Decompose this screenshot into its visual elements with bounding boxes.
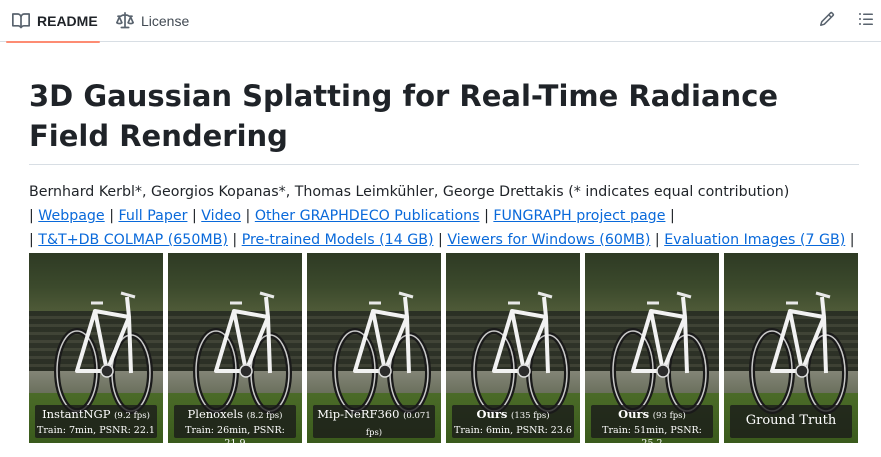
comparison-panel: Ground Truth	[724, 253, 858, 443]
link-pretrained-models[interactable]: Pre-trained Models (14 GB)	[242, 232, 434, 248]
method-name: Ours	[476, 407, 508, 421]
page-title: 3D Gaussian Splatting for Real-Time Radi…	[29, 76, 859, 165]
outline-button[interactable]	[854, 9, 878, 33]
method-name: Plenoxels	[187, 407, 243, 421]
method-fps: (9.2 fps)	[114, 411, 150, 421]
link-viewers-windows[interactable]: Viewers for Windows (60MB)	[447, 232, 650, 248]
train-stats: Train: 51min, PSNR: 25.2	[602, 425, 702, 443]
link-video[interactable]: Video	[201, 208, 241, 224]
method-fps: (93 fps)	[652, 411, 686, 421]
panel-caption: Plenoxels (8.2 fps) Train: 26min, PSNR: 2…	[174, 405, 296, 443]
comparison-panel: Ours (93 fps) Train: 51min, PSNR: 25.2	[585, 253, 719, 443]
link-other-publications[interactable]: Other GRAPHDECO Publications	[255, 208, 480, 224]
method-name: InstantNGP	[42, 407, 111, 421]
links-row-1: | Webpage | Full Paper | Video | Other G…	[29, 208, 675, 224]
panel-caption: Mip-NeRF360 (0.071 fps)Train: 48h, PSNR:…	[313, 405, 435, 443]
link-colmap-download[interactable]: T&T+DB COLMAP (650MB)	[38, 232, 228, 248]
pencil-icon	[819, 11, 835, 32]
link-full-paper[interactable]: Full Paper	[118, 208, 187, 224]
link-fungraph-project[interactable]: FUNGRAPH project page	[493, 208, 665, 224]
links-row-2: | T&T+DB COLMAP (650MB) | Pre-trained Mo…	[29, 232, 855, 248]
tab-readme[interactable]: README	[6, 0, 100, 43]
link-webpage[interactable]: Webpage	[38, 208, 104, 224]
comparison-image[interactable]: InstantNGP (9.2 fps) Train: 7min, PSNR: 2…	[29, 253, 858, 443]
file-view-tabbar: README License	[0, 0, 881, 43]
comparison-panel: Mip-NeRF360 (0.071 fps)Train: 48h, PSNR:…	[307, 253, 441, 443]
panel-caption: Ours (93 fps) Train: 51min, PSNR: 25.2	[591, 405, 713, 443]
tab-license-label: License	[141, 13, 190, 29]
edit-file-button[interactable]	[815, 9, 839, 33]
authors-line: Bernhard Kerbl*, Georgios Kopanas*, Thom…	[29, 184, 790, 200]
train-stats: Train: 48h, PSNR: 24.3	[313, 441, 435, 443]
book-icon	[12, 12, 30, 30]
train-stats: Train: 26min, PSNR: 21.9	[185, 425, 285, 443]
method-name: Ground Truth	[745, 413, 837, 428]
list-unordered-icon	[858, 11, 874, 32]
tab-license[interactable]: License	[116, 0, 189, 42]
panel-caption: Ground Truth	[730, 405, 852, 438]
method-fps: (135 fps)	[511, 411, 550, 421]
comparison-panel: Ours (135 fps) Train: 6min, PSNR: 23.6	[446, 253, 580, 443]
panel-caption: Ours (135 fps) Train: 6min, PSNR: 23.6	[452, 405, 574, 438]
panel-caption: InstantNGP (9.2 fps) Train: 7min, PSNR: 2…	[35, 405, 157, 438]
tab-readme-label: README	[37, 13, 98, 29]
method-name: Mip-NeRF360	[317, 407, 400, 421]
link-evaluation-images[interactable]: Evaluation Images (7 GB)	[664, 232, 845, 248]
method-fps: (8.2 fps)	[246, 411, 283, 421]
train-stats: Train: 7min, PSNR: 22.1	[37, 425, 155, 436]
law-icon	[116, 12, 134, 30]
train-stats: Train: 6min, PSNR: 23.6	[454, 425, 572, 436]
comparison-panel: Plenoxels (8.2 fps) Train: 26min, PSNR: 2…	[168, 253, 302, 443]
method-name: Ours	[618, 407, 650, 421]
comparison-panel: InstantNGP (9.2 fps) Train: 7min, PSNR: 2…	[29, 253, 163, 443]
